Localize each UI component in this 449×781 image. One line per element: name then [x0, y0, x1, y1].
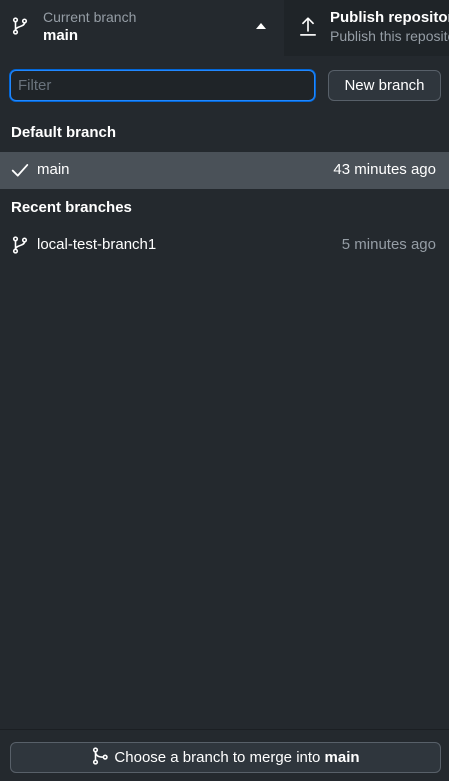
branch-dropdown-panel: Current branch main Publish repository P… — [0, 0, 449, 781]
default-branch-header: Default branch — [11, 124, 117, 141]
footer: Choose a branch to merge into main — [0, 729, 449, 781]
current-branch-label: Current branch — [43, 9, 137, 25]
git-merge-icon — [93, 747, 109, 765]
branch-last-modified: 43 minutes ago — [333, 161, 436, 178]
branch-item-main[interactable]: main 43 minutes ago — [0, 152, 449, 189]
branch-item-local-test-branch1[interactable]: local-test-branch1 5 minutes ago — [0, 227, 449, 264]
toolbar: Current branch main Publish repository P… — [0, 0, 449, 56]
branch-name: main — [37, 161, 70, 178]
branch-last-modified: 5 minutes ago — [341, 236, 436, 253]
caret-up-icon — [256, 23, 266, 29]
publish-repository-button[interactable]: Publish repository Publish this reposito… — [285, 0, 449, 56]
upload-icon — [300, 17, 316, 36]
merge-button-label: Choose a branch to merge into — [114, 749, 325, 766]
new-branch-button[interactable]: New branch — [328, 70, 441, 101]
check-icon — [11, 164, 29, 177]
recent-branches-header: Recent branches — [11, 199, 132, 216]
current-branch-name: main — [43, 27, 79, 44]
branch-filter-input[interactable] — [10, 70, 315, 101]
merge-into-branch-button[interactable]: Choose a branch to merge into main — [10, 742, 441, 773]
branch-name: local-test-branch1 — [37, 236, 157, 253]
current-branch-button[interactable]: Current branch main — [0, 0, 284, 56]
git-branch-icon — [12, 236, 28, 254]
publish-repository-description: Publish this repository to GitHub — [330, 28, 449, 44]
publish-repository-title: Publish repository — [330, 9, 449, 26]
git-branch-icon — [12, 17, 28, 35]
merge-target-branch: main — [324, 749, 360, 766]
